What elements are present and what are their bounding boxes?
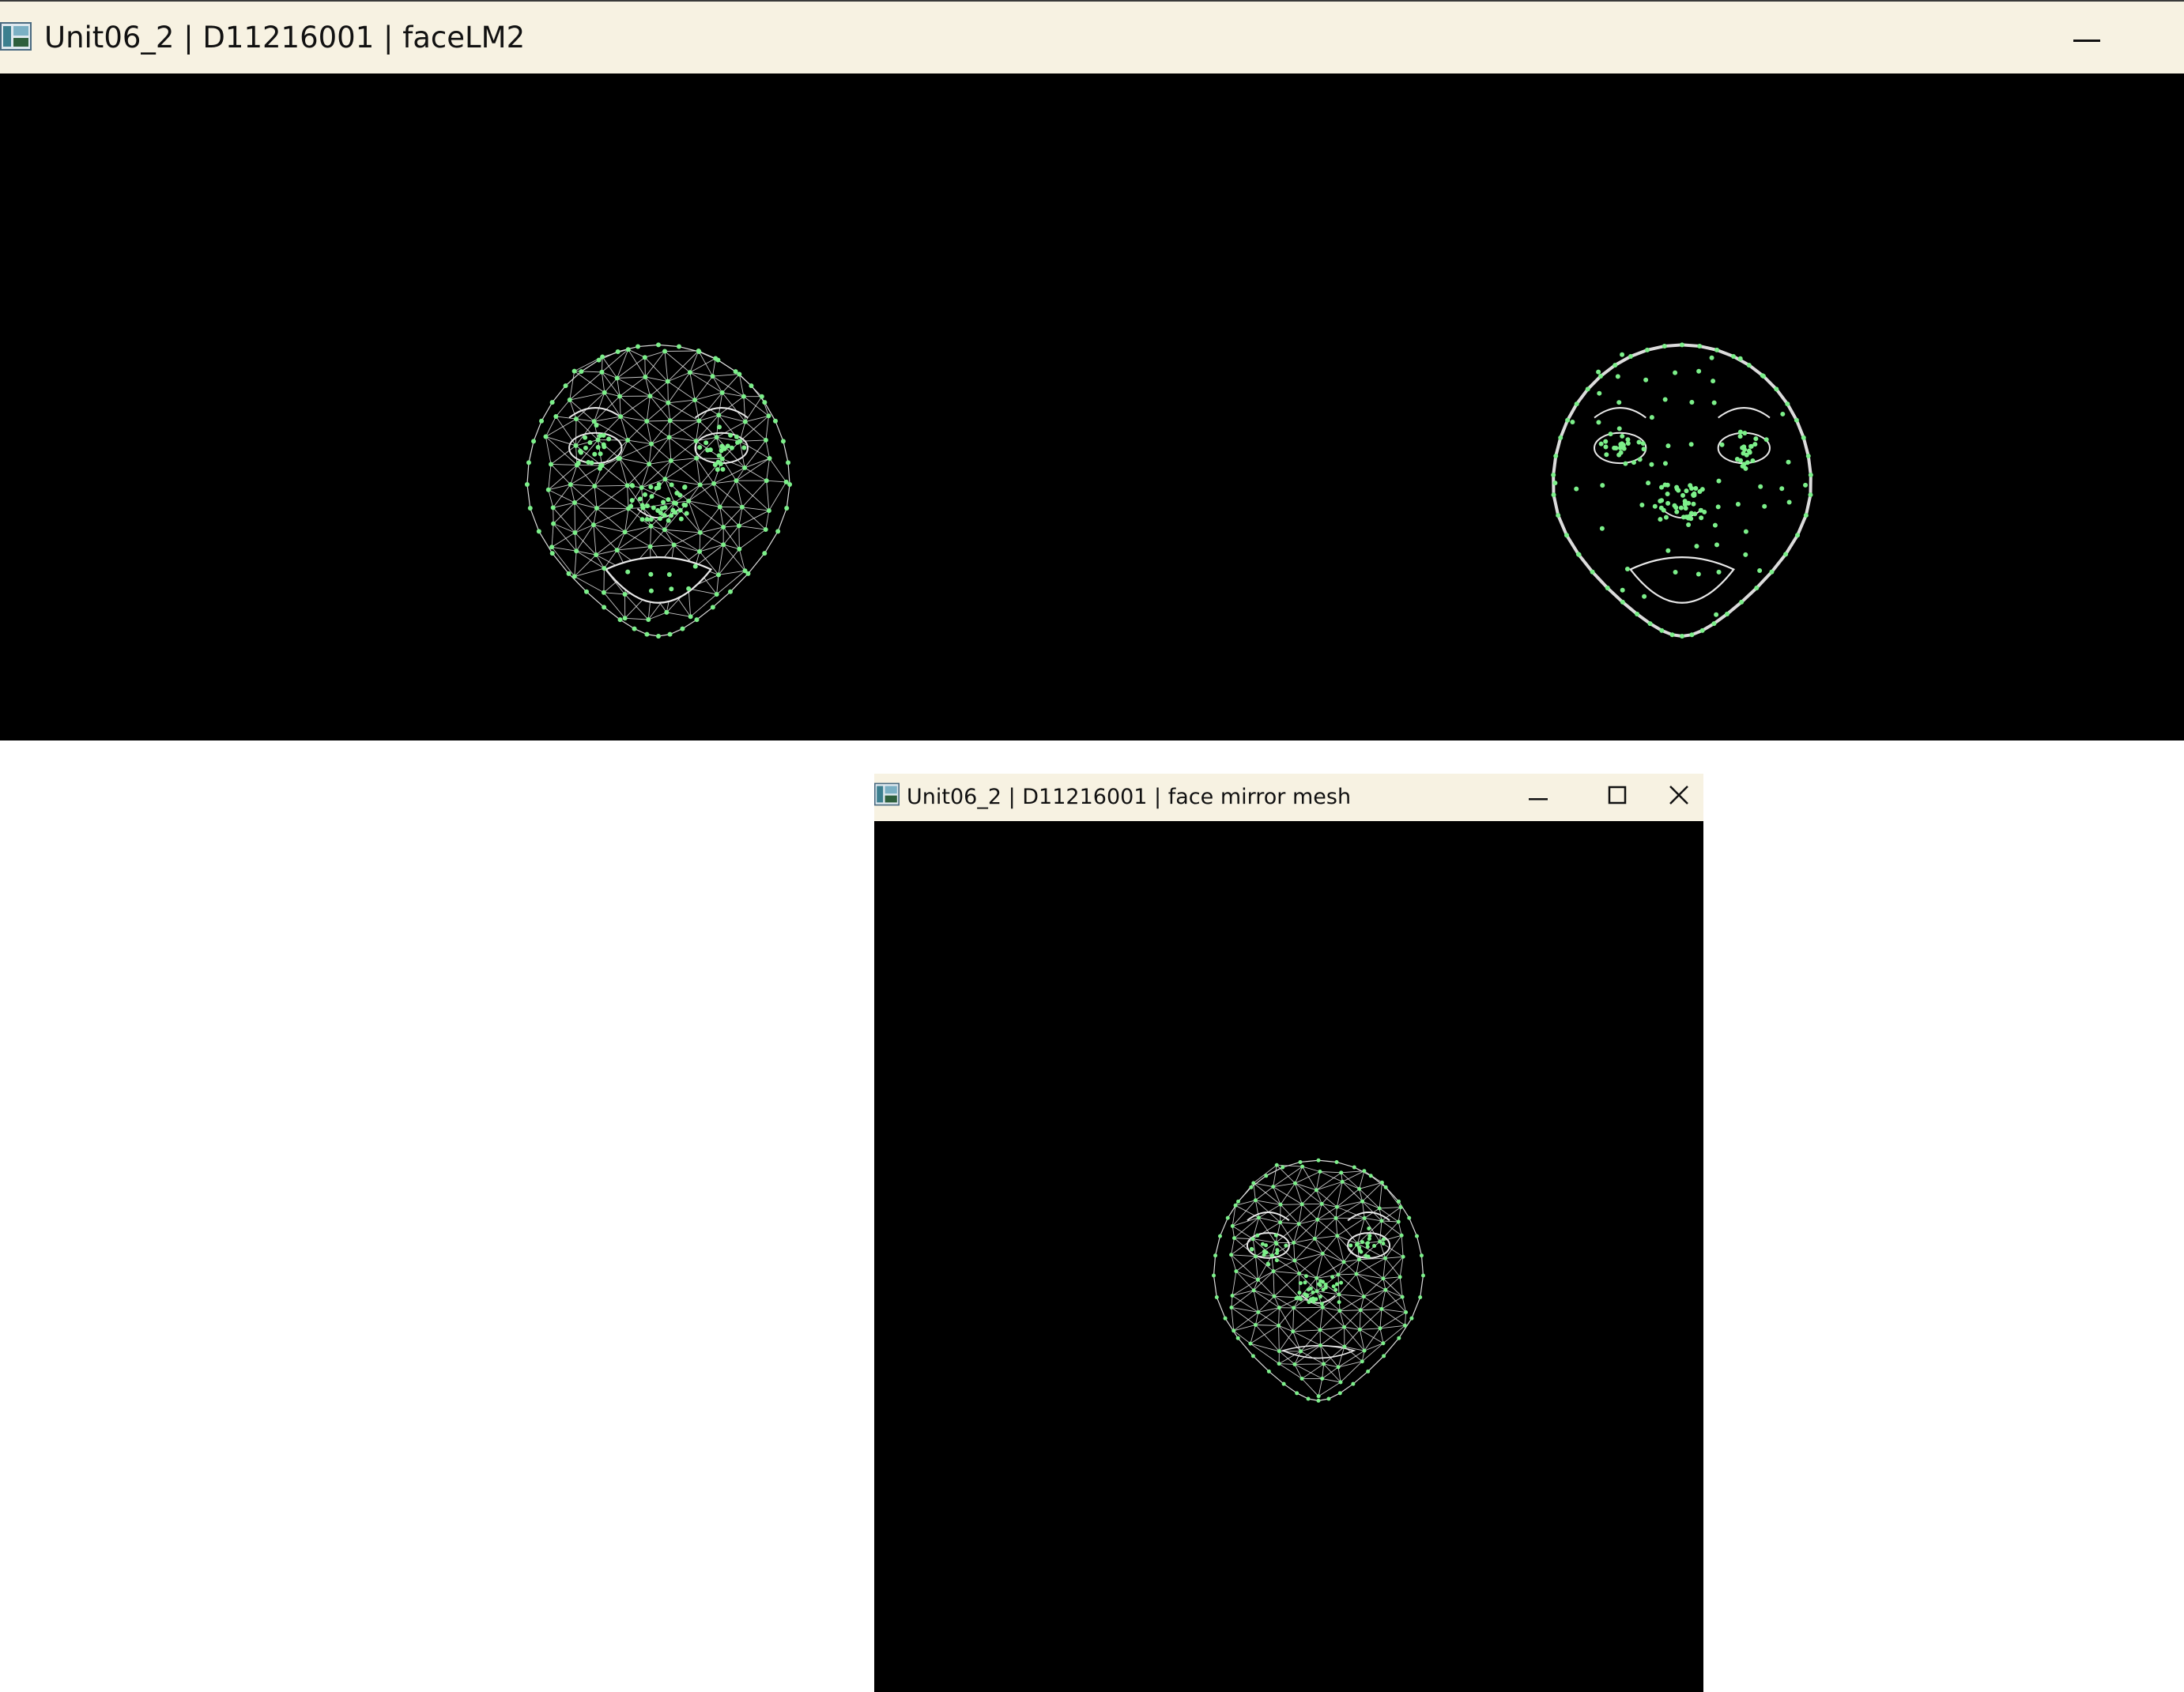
face-mirror-mesh-view xyxy=(1209,1145,1428,1406)
minimize-icon xyxy=(2073,31,2100,46)
app-window-icon[interactable] xyxy=(0,22,32,51)
main-window-title: Unit06_2 | D11216001 | faceLM2 xyxy=(44,21,526,55)
mirror-window-canvas xyxy=(874,821,1703,1692)
close-icon xyxy=(1669,785,1689,808)
minimize-button[interactable] xyxy=(1513,778,1564,815)
mirror-window-title: Unit06_2 | D11216001 | face mirror mesh xyxy=(907,785,1352,809)
app-window-icon[interactable] xyxy=(874,782,900,806)
minimize-icon xyxy=(1529,789,1548,805)
face-wireframe-mesh xyxy=(1212,1158,1425,1403)
mesh-lines xyxy=(1213,1159,1424,1402)
face-landmark-mesh-view xyxy=(522,326,795,643)
main-window-titlebar[interactable]: Unit06_2 | D11216001 | faceLM2 xyxy=(0,0,2184,73)
maximize-icon xyxy=(1608,786,1627,808)
face-contour-mesh xyxy=(1551,342,1813,639)
main-window: Unit06_2 | D11216001 | faceLM2 xyxy=(0,0,2184,740)
close-button[interactable] xyxy=(1655,778,1703,815)
main-window-canvas xyxy=(0,73,2184,740)
mirror-window-titlebar[interactable]: Unit06_2 | D11216001 | face mirror mesh xyxy=(874,774,1703,821)
mirror-window: Unit06_2 | D11216001 | face mirror mesh xyxy=(874,774,1703,1692)
maximize-button[interactable] xyxy=(1592,778,1643,815)
face-landmark-contour-view xyxy=(1548,326,1816,643)
face-wireframe-mesh xyxy=(524,342,793,639)
minimize-button[interactable] xyxy=(2055,16,2118,60)
